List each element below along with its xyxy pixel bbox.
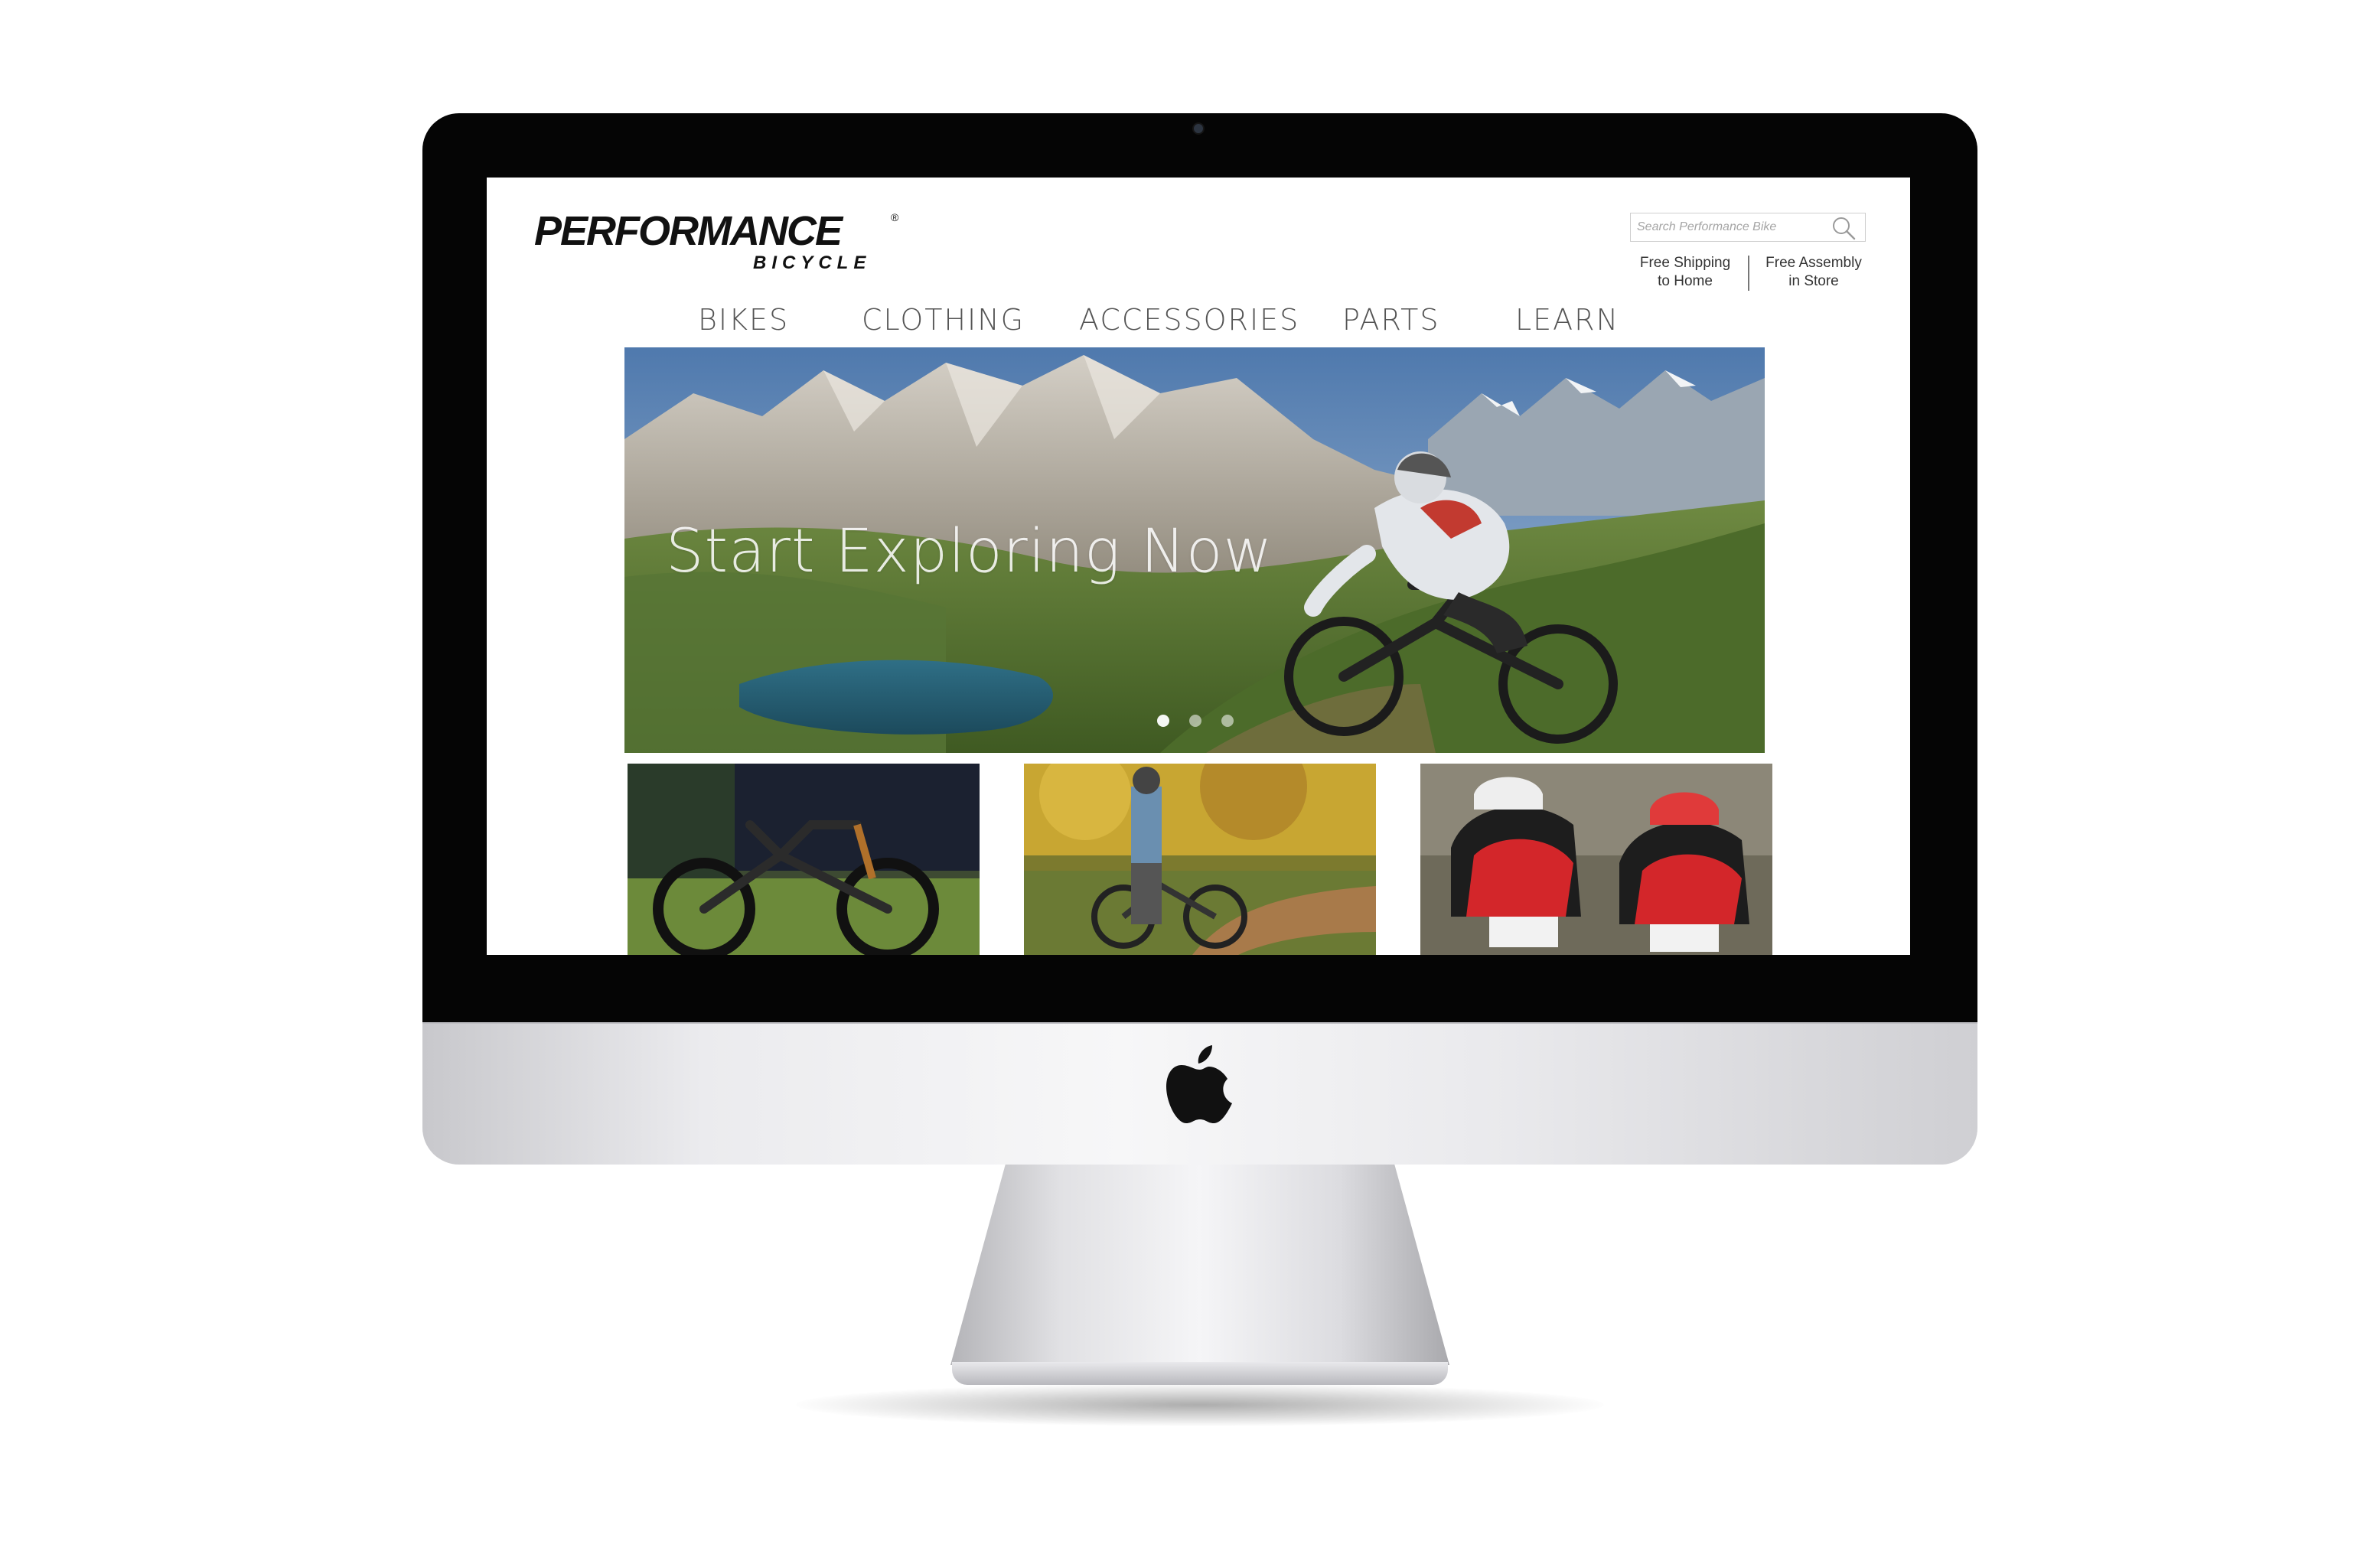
carousel-dot-2[interactable] (1189, 715, 1201, 727)
performance-bicycle-logo[interactable]: PERFORMANCE ® BICYCLE (534, 208, 901, 279)
carousel-dot-3[interactable] (1221, 715, 1234, 727)
search-input[interactable] (1637, 218, 1821, 236)
logo-wordmark: PERFORMANCE (534, 208, 843, 254)
tile-racing-cyclists[interactable] (1420, 764, 1772, 955)
hero-carousel[interactable]: Start Exploring Now (624, 347, 1765, 753)
racing-cyclists-photo (1420, 764, 1772, 955)
tile-trail-rider[interactable] (1024, 764, 1376, 955)
monitor-shadow (796, 1383, 1604, 1426)
website-screen: PERFORMANCE ® BICYCLE Free Shipping to H… (487, 178, 1910, 955)
monitor-stand-base (952, 1362, 1448, 1385)
logo-subtitle: BICYCLE (753, 252, 872, 273)
free-shipping-link[interactable]: Free Shipping to Home (1624, 254, 1746, 291)
search-box (1630, 213, 1866, 242)
hero-title[interactable]: Start Exploring Now (666, 517, 1273, 586)
main-nav: BIKES CLOTHING ACCESSORIES PARTS LEARN (487, 297, 1910, 343)
free-assembly-line1: Free Assembly (1765, 255, 1862, 271)
logo-registered-mark: ® (891, 211, 899, 223)
trail-rider-photo (1024, 764, 1376, 955)
free-shipping-line2: to Home (1658, 273, 1713, 289)
tile-bike-display[interactable] (628, 764, 980, 955)
free-assembly-line2: in Store (1788, 273, 1839, 289)
nav-item-bikes[interactable]: BIKES (698, 297, 789, 343)
nav-item-clothing[interactable]: CLOTHING (862, 297, 1025, 343)
monitor-stand (950, 1165, 1449, 1365)
carousel-dots (1157, 715, 1234, 730)
apple-logo-icon (1166, 1045, 1232, 1123)
bike-display-photo (628, 764, 980, 955)
free-assembly-link[interactable]: Free Assembly in Store (1752, 254, 1875, 291)
nav-item-learn[interactable]: LEARN (1515, 297, 1619, 343)
camera-icon (1194, 124, 1203, 133)
search-icon[interactable] (1830, 215, 1857, 241)
nav-item-accessories[interactable]: ACCESSORIES (1079, 297, 1299, 343)
promo-divider (1748, 256, 1749, 291)
free-shipping-line1: Free Shipping (1639, 255, 1731, 271)
carousel-dot-1[interactable] (1157, 715, 1169, 727)
nav-item-parts[interactable]: PARTS (1342, 297, 1439, 343)
